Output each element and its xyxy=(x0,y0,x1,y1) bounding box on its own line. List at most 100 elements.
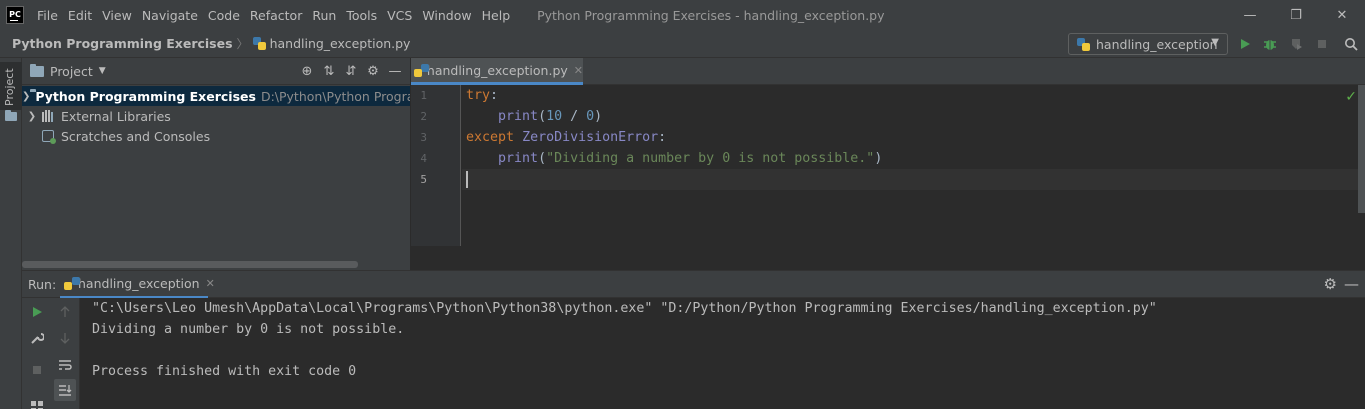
soft-wrap-button[interactable] xyxy=(54,354,76,376)
rerun-icon xyxy=(33,307,42,317)
close-window-button[interactable]: ✕ xyxy=(1319,0,1365,30)
menu-vcs[interactable]: VCS xyxy=(382,8,417,23)
tree-item-project-root[interactable]: ❯ Python Programming Exercises D:\Python… xyxy=(22,86,410,106)
chevron-down-icon[interactable]: ▼ xyxy=(99,66,106,76)
menu-file[interactable]: File xyxy=(32,8,63,23)
menu-refactor[interactable]: Refactor xyxy=(245,8,307,23)
menu-run[interactable]: Run xyxy=(307,8,341,23)
run-configuration-select[interactable]: handling_exception ▼ xyxy=(1068,33,1228,55)
project-panel-header: Project ▼ ⊕ ⇅ ⇵ ⚙ — xyxy=(22,58,410,85)
pycharm-logo-icon: PC xyxy=(6,6,24,24)
code-line-3: except ZeroDivisionError: xyxy=(466,127,666,148)
coverage-button[interactable] xyxy=(1286,34,1306,54)
layout-icon xyxy=(31,401,43,409)
window-controls: — ❐ ✕ xyxy=(1227,0,1365,30)
collapse-all-icon[interactable]: ⇵ xyxy=(340,61,362,81)
up-icon xyxy=(60,306,70,317)
project-view-icon xyxy=(30,63,44,77)
line-number: 3 xyxy=(420,131,427,144)
run-tab-handling-exception[interactable]: handling_exception ✕ xyxy=(60,271,215,299)
hide-panel-icon[interactable]: — xyxy=(1344,275,1359,293)
editor-tab-bar: handling_exception.py ✕ xyxy=(411,58,1365,85)
text-cursor xyxy=(466,171,468,188)
chevron-right-icon[interactable]: ❯ xyxy=(22,91,30,102)
punctuation: ( xyxy=(538,109,547,124)
vertical-scrollbar[interactable] xyxy=(1358,85,1365,213)
window-title: Python Programming Exercises - handling_… xyxy=(537,7,885,23)
stop-button[interactable] xyxy=(1312,34,1332,54)
breadcrumb-separator-icon: 〉 xyxy=(236,37,249,51)
scroll-down-button[interactable] xyxy=(54,327,76,349)
scratches-icon xyxy=(42,130,56,144)
project-panel-tools: ⊕ ⇅ ⇵ ⚙ — xyxy=(296,61,406,81)
code-line-2: print(10 / 0) xyxy=(466,106,602,127)
punctuation: : xyxy=(490,88,499,103)
code-editor[interactable]: 1 2 3 4 5 try: print(10 / 0) except Zero… xyxy=(411,85,1365,270)
search-icon xyxy=(1345,38,1358,51)
gear-icon[interactable]: ⚙ xyxy=(1324,275,1337,293)
project-tree: ❯ Python Programming Exercises D:\Python… xyxy=(22,85,410,146)
horizontal-scrollbar[interactable] xyxy=(22,261,358,268)
tree-item-label: Python Programming Exercises xyxy=(35,88,256,104)
menu-code[interactable]: Code xyxy=(203,8,245,23)
tree-item-scratches[interactable]: Scratches and Consoles xyxy=(22,126,410,146)
navigation-bar: Python Programming Exercises 〉 handling_… xyxy=(0,30,1365,58)
hide-panel-icon[interactable]: — xyxy=(384,61,406,81)
scroll-to-end-button[interactable] xyxy=(54,379,76,401)
punctuation: : xyxy=(658,130,667,145)
settings-button[interactable] xyxy=(26,327,48,349)
project-tool-tab-label: Project xyxy=(3,68,16,106)
scroll-up-button[interactable] xyxy=(54,301,76,323)
restore-button[interactable]: ❐ xyxy=(1273,0,1319,30)
current-line-highlight xyxy=(462,169,1358,190)
breadcrumb-project[interactable]: Python Programming Exercises xyxy=(12,36,233,51)
stop-button[interactable] xyxy=(26,359,48,381)
punctuation: ) xyxy=(874,151,883,166)
run-icon xyxy=(1241,39,1250,49)
editor-tab-label: handling_exception.py xyxy=(426,62,568,78)
inspection-ok-icon[interactable]: ✓ xyxy=(1345,89,1357,105)
gear-icon[interactable]: ⚙ xyxy=(362,61,384,81)
run-panel-label: Run: xyxy=(28,276,57,292)
run-button[interactable] xyxy=(1235,34,1255,54)
close-icon[interactable]: ✕ xyxy=(574,64,583,77)
run-toolbar xyxy=(22,298,80,409)
scroll-to-end-icon xyxy=(59,385,72,396)
menu-navigate[interactable]: Navigate xyxy=(137,8,203,23)
project-panel-title[interactable]: Project xyxy=(50,64,93,79)
tree-item-external-libraries[interactable]: ❯ External Libraries xyxy=(22,106,410,126)
expand-all-icon[interactable]: ⇅ xyxy=(318,61,340,81)
search-everywhere-button[interactable] xyxy=(1341,34,1361,54)
close-icon[interactable]: ✕ xyxy=(206,277,215,290)
chevron-right-icon[interactable]: ❯ xyxy=(22,111,42,122)
console-line-command: "C:\Users\Leo Umesh\AppData\Local\Progra… xyxy=(92,301,1157,316)
menu-help[interactable]: Help xyxy=(477,8,516,23)
editor-tab-handling-exception[interactable]: handling_exception.py ✕ xyxy=(411,58,583,85)
python-file-icon xyxy=(252,37,266,50)
stop-icon xyxy=(33,366,41,374)
console-line-exit: Process finished with exit code 0 xyxy=(92,364,357,379)
layout-button[interactable] xyxy=(26,393,48,409)
chevron-down-icon: ▼ xyxy=(1211,37,1219,48)
menu-view[interactable]: View xyxy=(97,8,137,23)
locate-file-icon[interactable]: ⊕ xyxy=(296,61,318,81)
builtin-function: print xyxy=(498,151,539,166)
project-panel: Project ▼ ⊕ ⇅ ⇵ ⚙ — ❯ Python Programming… xyxy=(22,58,410,270)
rerun-button[interactable] xyxy=(26,301,48,323)
exception-class: ZeroDivisionError xyxy=(522,130,659,145)
stop-icon xyxy=(1318,40,1326,48)
minimize-button[interactable]: — xyxy=(1227,0,1273,30)
tree-item-label: Scratches and Consoles xyxy=(61,128,211,144)
run-console-output[interactable]: "C:\Users\Leo Umesh\AppData\Local\Progra… xyxy=(80,298,1365,409)
python-file-icon xyxy=(414,63,429,77)
debug-button[interactable] xyxy=(1260,34,1280,54)
title-menu-bar: PC File Edit View Navigate Code Refactor… xyxy=(0,0,1365,30)
number-literal: 10 xyxy=(546,109,563,124)
menu-tools[interactable]: Tools xyxy=(341,8,382,23)
breadcrumb-file[interactable]: handling_exception.py xyxy=(270,36,411,51)
menu-window[interactable]: Window xyxy=(417,8,476,23)
project-tool-tab[interactable]: Project xyxy=(0,62,22,110)
menu-edit[interactable]: Edit xyxy=(63,8,97,23)
editor-empty-area xyxy=(411,246,1365,270)
run-panel-header: Run: handling_exception ✕ ⚙ — xyxy=(22,270,1365,299)
